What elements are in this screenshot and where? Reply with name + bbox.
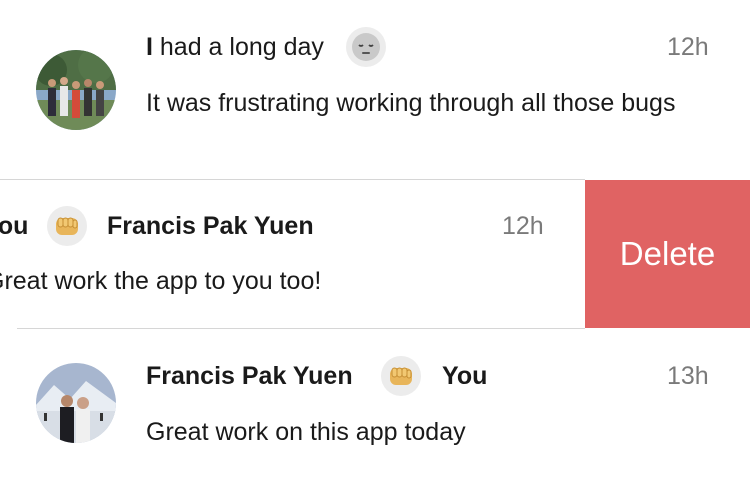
title-text: had a long day xyxy=(152,33,324,61)
fist-bump-icon xyxy=(47,206,87,246)
couple-photo-icon xyxy=(36,363,116,443)
sad-face-icon xyxy=(346,27,386,67)
sender-name: You xyxy=(0,212,29,240)
group-photo-icon xyxy=(36,50,116,130)
message-row[interactable]: Francis Pak Yuen You 13h Great work on t… xyxy=(0,329,750,477)
delete-button[interactable]: Delete xyxy=(585,180,750,328)
sender-name: Francis Pak Yuen xyxy=(146,362,353,390)
recipient-name: Francis Pak Yuen xyxy=(107,212,314,240)
timestamp: 12h xyxy=(502,212,544,240)
message-title: I had a long day xyxy=(146,33,324,62)
fist-bump-icon xyxy=(381,356,421,396)
recipient-name: You xyxy=(442,362,488,390)
title-bold: I xyxy=(146,33,153,61)
timestamp: 13h xyxy=(667,362,709,390)
message-body: Great work on this app today xyxy=(146,418,466,446)
avatar xyxy=(36,50,116,130)
message-row[interactable]: I had a long day 12h It was frustrating … xyxy=(0,0,750,180)
avatar xyxy=(36,363,116,443)
timestamp: 12h xyxy=(667,33,709,61)
message-body: It was frustrating working through all t… xyxy=(146,89,676,117)
message-body: Great work the app to you too! xyxy=(0,267,322,295)
